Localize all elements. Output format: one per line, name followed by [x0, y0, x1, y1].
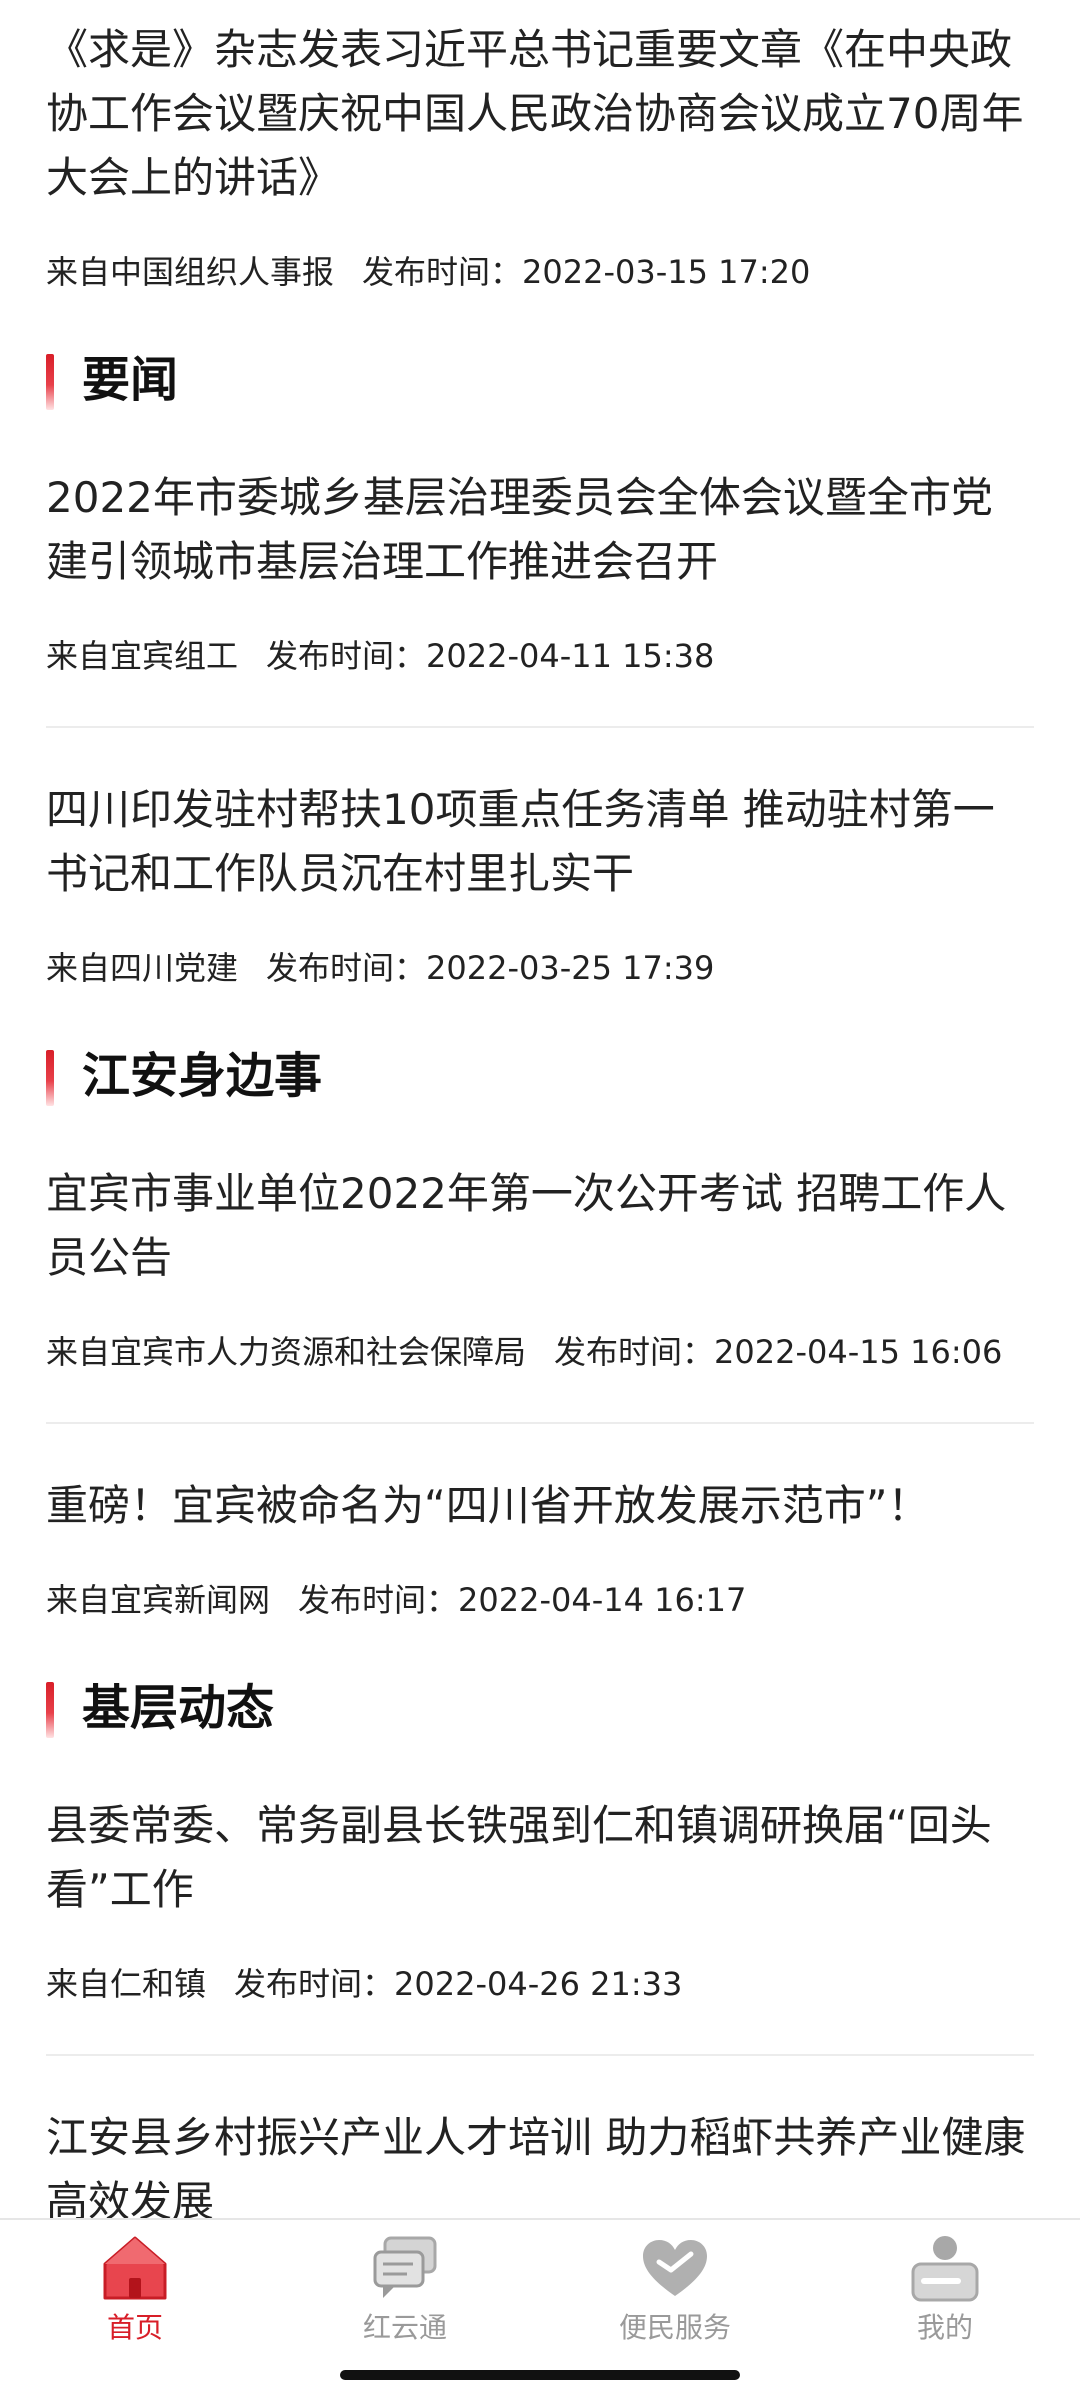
section-header-local: 江安身边事 — [46, 1044, 1034, 1108]
news-item[interactable]: 2022年市委城乡基层治理委员会全体会议暨全市党建引领城市基层治理工作推进会召开… — [46, 466, 1034, 676]
home-icon — [103, 2236, 167, 2300]
news-title: 四川印发驻村帮扶10项重点任务清单 推动驻村第一书记和工作队员沉在村里扎实干 — [46, 785, 995, 898]
section-header-grassroots: 基层动态 — [46, 1676, 1034, 1740]
news-meta: 来自宜宾新闻网 发布时间：2022-04-14 16:17 — [46, 1580, 1034, 1620]
news-date: 发布时间：2022-03-15 17:20 — [362, 253, 811, 291]
tab-hongyuntong[interactable]: 红云通 — [270, 2232, 540, 2352]
news-title: 宜宾市事业单位2022年第一次公开考试 招聘工作人员公告 — [46, 1169, 1007, 1282]
news-title: 重磅！宜宾被命名为“四川省开放发展示范市”！ — [46, 1481, 930, 1530]
profile-icon — [911, 2236, 979, 2302]
tab-label: 便民服务 — [618, 2311, 731, 2344]
news-meta: 来自宜宾市人力资源和社会保障局 发布时间：2022-04-15 16:06 — [46, 1332, 1034, 1372]
news-date: 发布时间：2022-04-14 16:17 — [298, 1581, 747, 1619]
news-source: 来自宜宾新闻网 — [46, 1581, 271, 1619]
section-title: 基层动态 — [82, 1680, 275, 1736]
news-date: 发布时间：2022-04-11 15:38 — [266, 637, 715, 675]
section-accent-bar — [46, 354, 54, 410]
news-title: 《求是》杂志发表习近平总书记重要文章《在中央政协工作会议暨庆祝中国人民政治协商会… — [46, 25, 1024, 202]
tab-label: 红云通 — [362, 2311, 447, 2344]
news-meta: 来自中国组织人事报 发布时间：2022-03-15 17:20 — [46, 252, 1034, 292]
tab-home[interactable]: 首页 — [0, 2232, 270, 2352]
news-date: 发布时间：2022-04-26 21:33 — [234, 1965, 683, 2003]
section-header-news: 要闻 — [46, 348, 1034, 412]
news-meta: 来自宜宾组工 发布时间：2022-04-11 15:38 — [46, 636, 1034, 676]
news-source: 来自宜宾组工 — [46, 637, 239, 675]
divider — [46, 2054, 1034, 2056]
divider — [46, 1422, 1034, 1424]
news-item[interactable]: 县委常委、常务副县长铁强到仁和镇调研换届“回头看”工作 来自仁和镇 发布时间：20… — [46, 1794, 1034, 2004]
chat-icon — [373, 2236, 437, 2298]
tab-label: 首页 — [106, 2311, 163, 2344]
news-source: 来自四川党建 — [46, 949, 239, 987]
news-item[interactable]: 江安县乡村振兴产业人才培训 助力稻虾共养产业健康高效发展 — [46, 2106, 1034, 2218]
news-title: 江安县乡村振兴产业人才培训 助力稻虾共养产业健康高效发展 — [46, 2113, 1026, 2218]
section-title: 要闻 — [82, 352, 179, 408]
news-feed[interactable]: 《求是》杂志发表习近平总书记重要文章《在中央政协工作会议暨庆祝中国人民政治协商会… — [0, 0, 1080, 2218]
news-title: 县委常委、常务副县长铁强到仁和镇调研换届“回头看”工作 — [46, 1801, 992, 1914]
news-date: 发布时间：2022-04-15 16:06 — [554, 1333, 1003, 1371]
news-item[interactable]: 宜宾市事业单位2022年第一次公开考试 招聘工作人员公告 来自宜宾市人力资源和社… — [46, 1162, 1034, 1372]
news-title: 2022年市委城乡基层治理委员会全体会议暨全市党建引领城市基层治理工作推进会召开 — [46, 473, 993, 586]
news-source: 来自宜宾市人力资源和社会保障局 — [46, 1333, 527, 1371]
news-date: 发布时间：2022-03-25 17:39 — [266, 949, 715, 987]
tab-services[interactable]: 便民服务 — [540, 2232, 810, 2352]
section-accent-bar — [46, 1682, 54, 1738]
news-source: 来自仁和镇 — [46, 1965, 207, 2003]
section-accent-bar — [46, 1050, 54, 1106]
divider — [46, 726, 1034, 728]
news-item[interactable]: 四川印发驻村帮扶10项重点任务清单 推动驻村第一书记和工作队员沉在村里扎实干 来… — [46, 778, 1034, 988]
news-meta: 来自四川党建 发布时间：2022-03-25 17:39 — [46, 948, 1034, 988]
news-meta: 来自仁和镇 发布时间：2022-04-26 21:33 — [46, 1964, 1034, 2004]
news-source: 来自中国组织人事报 — [46, 253, 335, 291]
home-indicator[interactable] — [340, 2370, 740, 2380]
news-item[interactable]: 重磅！宜宾被命名为“四川省开放发展示范市”！ 来自宜宾新闻网 发布时间：2022-… — [46, 1474, 1034, 1620]
tab-label: 我的 — [916, 2311, 973, 2344]
section-title: 江安身边事 — [82, 1048, 323, 1104]
heart-icon — [643, 2240, 707, 2296]
tab-mine[interactable]: 我的 — [810, 2232, 1080, 2352]
news-item[interactable]: 《求是》杂志发表习近平总书记重要文章《在中央政协工作会议暨庆祝中国人民政治协商会… — [46, 18, 1034, 292]
